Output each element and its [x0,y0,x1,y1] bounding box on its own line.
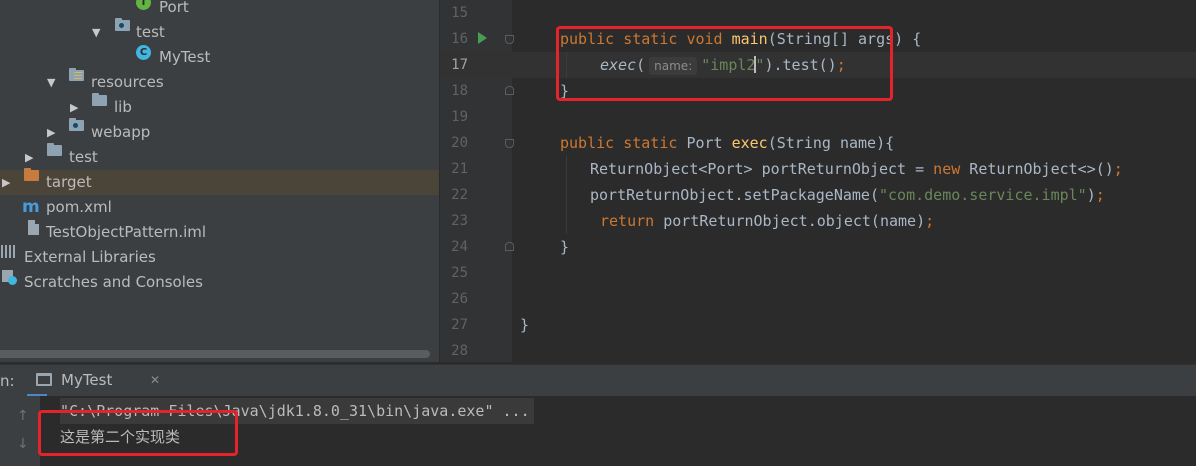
chevron-right-icon[interactable]: ▶ [25,145,33,170]
line-number: 15 [451,5,468,21]
folder-icon [92,93,107,106]
tree-item-label: test [136,23,165,41]
chevron-down-icon[interactable]: ▼ [92,20,100,45]
tree-item-port[interactable]: I Port [0,0,439,20]
line-number: 21 [451,161,468,177]
console-toolbar: ↑ ↓ [0,396,40,466]
tree-item-label: lib [114,98,132,116]
tree-item-label: webapp [91,123,151,141]
code-line-20[interactable]: public static Port exec(String name){ [560,130,894,156]
fold-icon[interactable] [505,86,514,95]
tree-horizontal-scrollbar[interactable] [0,350,430,358]
tree-item-label: test [69,148,98,166]
line-number: 18 [451,83,468,99]
scratches-icon [2,270,18,285]
run-config-icon [36,373,52,386]
tree-item-label: Scratches and Consoles [24,273,203,291]
tree-item-label: TestObjectPattern.iml [46,223,207,241]
code-line-23[interactable]: return portReturnObject.object(name); [600,208,934,234]
tree-item-label: External Libraries [24,248,156,266]
fold-icon[interactable] [505,139,514,148]
code-line-22[interactable]: portReturnObject.setPackageName("com.dem… [590,182,1105,208]
folder-icon [47,143,62,156]
down-arrow-icon[interactable]: ↓ [17,436,29,452]
line-number: 19 [451,109,468,125]
run-tab-label: MyTest [61,371,113,389]
line-number: 20 [451,135,468,151]
line-number: 27 [451,317,468,333]
tree-item-test[interactable]: ▶ test [0,143,439,170]
chevron-down-icon[interactable]: ▼ [47,70,55,95]
tree-item-iml[interactable]: TestObjectPattern.iml [0,220,439,245]
excluded-folder-icon [24,168,39,181]
line-number: 22 [451,187,468,203]
fold-icon[interactable] [505,242,514,251]
tree-item-resources[interactable]: ▼ resources [0,68,439,95]
tree-item-mytest[interactable]: C MyTest [0,45,439,70]
line-number: 16 [451,31,468,47]
maven-icon: m [22,197,40,217]
line-number: 28 [451,343,468,359]
resources-folder-icon [69,68,84,81]
line-number: 23 [451,213,468,229]
run-tab-mytest[interactable]: MyTest ✕ [27,365,160,397]
fold-icon[interactable] [505,35,514,44]
package-folder-icon [115,18,130,31]
chevron-right-icon[interactable]: ▶ [2,170,10,195]
tree-item-pom[interactable]: m pom.xml [0,195,439,220]
tree-item-lib[interactable]: ▶ lib [0,93,439,120]
code-line-27[interactable]: } [520,312,529,338]
line-number: 26 [451,291,468,307]
run-main-icon[interactable] [478,32,487,44]
project-tree: I Port ▼ test C MyTest ▼ resources ▶ lib… [0,0,439,362]
line-number: 17 [451,57,468,73]
tree-item-label: Port [159,0,189,16]
up-arrow-icon[interactable]: ↑ [17,408,29,424]
code-line-24[interactable]: } [560,234,569,260]
iml-file-icon [28,220,39,235]
class-icon: C [136,45,151,60]
tree-item-scratches[interactable]: Scratches and Consoles [0,270,439,295]
chevron-right-icon[interactable]: ▶ [70,95,78,120]
highlight-box-main [556,26,893,101]
tree-item-webapp[interactable]: ▶ webapp [0,118,439,145]
tree-item-label: resources [91,73,164,91]
line-number: 24 [451,239,468,255]
line-number: 25 [451,265,468,281]
libraries-icon [1,245,17,258]
tree-item-label: target [46,173,92,191]
chevron-right-icon[interactable]: ▶ [47,120,55,145]
highlight-box-output [38,410,238,456]
interface-icon: I [136,0,151,10]
web-folder-icon [69,118,84,131]
tree-item-label: MyTest [159,48,211,66]
tree-item-external-libraries[interactable]: External Libraries [0,245,439,270]
run-toolbar: n: MyTest ✕ [0,364,1196,397]
code-line-21[interactable]: ReturnObject<Port> portReturnObject = ne… [590,156,1123,182]
tree-item-label: pom.xml [46,198,112,216]
close-icon[interactable]: ✕ [150,365,160,395]
tree-item-target[interactable]: ▶ target [0,168,439,195]
tree-item-test-package[interactable]: ▼ test [0,18,439,45]
run-panel-label: n: [0,372,15,390]
